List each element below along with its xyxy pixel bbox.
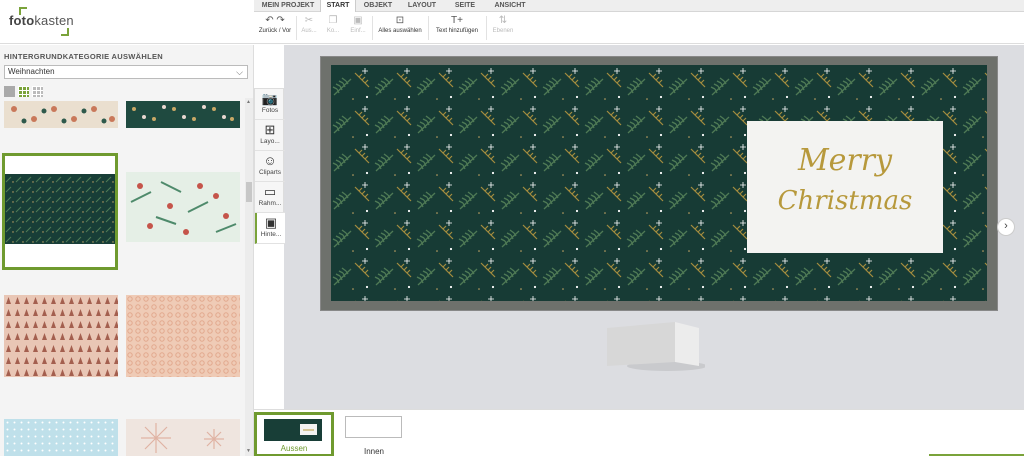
page-preview (264, 419, 322, 441)
sidebar-item-rahmen[interactable]: ▭ Rahm... (255, 182, 285, 213)
panel-title: HINTERGRUNDKATEGORIE AUSWÄHLEN (4, 52, 163, 61)
logo-bracket-icon (61, 28, 69, 36)
scroll-up-icon[interactable]: ▲ (246, 99, 251, 105)
toolbar: ↶ ↷ Zurück / Vor ✂ Aus... ❐ Ko... ▣ Einf… (254, 12, 1024, 44)
paste-button[interactable]: ▣ Einf... (346, 14, 370, 42)
scroll-down-icon[interactable]: ▼ (246, 448, 251, 454)
tab-objekt[interactable]: OBJEKT (362, 0, 394, 12)
background-panel: HINTERGRUNDKATEGORIE AUSWÄHLEN Weihnacht… (0, 45, 254, 456)
layers-icon: ⇅ (498, 15, 508, 26)
undo-redo-icon: ↶ ↷ (265, 15, 285, 26)
view-small-icon[interactable] (32, 86, 43, 97)
card-background[interactable]: Merry Christmas (331, 65, 987, 301)
sidebar-item-hintergruende[interactable]: ▣ Hinte... (255, 213, 285, 244)
pattern-thumbnail (126, 101, 240, 128)
sidebar-item-fotos[interactable]: 📷 Fotos (255, 89, 285, 120)
page-thumb-innen[interactable]: Innen (344, 412, 404, 456)
view-medium-icon[interactable] (18, 86, 29, 97)
select-all-button[interactable]: ⊡ Alles auswählen (374, 14, 426, 42)
sidebar-item-cliparts[interactable]: ☺ Cliparts (255, 151, 285, 182)
tab-mein-projekt[interactable]: MEIN PROJEKT (260, 0, 316, 12)
toolbar-divider (372, 16, 373, 40)
card-stand-preview (607, 322, 705, 371)
background-thumbnail[interactable] (4, 101, 118, 128)
page-thumb-aussen[interactable]: Aussen (254, 412, 334, 456)
tab-seite[interactable]: SEITE (450, 0, 480, 12)
copy-button[interactable]: ❐ Ko... (322, 14, 344, 42)
greeting-line-1[interactable]: Merry (747, 141, 943, 181)
sidebar-item-layouts[interactable]: ⊞ Layo... (255, 120, 285, 151)
layers-button[interactable]: ⇅ Ebenen (488, 14, 518, 42)
background-thumbnail-selected[interactable] (2, 153, 118, 270)
undo-redo-button[interactable]: ↶ ↷ Zurück / Vor (256, 14, 294, 42)
tool-sidebar: 📷 Fotos ⊞ Layo... ☺ Cliparts ▭ Rahm... ▣… (254, 88, 285, 244)
background-icon: ▣ (264, 215, 278, 230)
tab-ansicht[interactable]: ANSICHT (490, 0, 530, 12)
pattern-thumbnail (126, 419, 240, 456)
toolbar-divider (296, 16, 297, 40)
add-text-button[interactable]: T+ Text hinzufügen (430, 14, 484, 42)
smiley-icon: ☺ (263, 153, 277, 168)
category-select[interactable]: Weihnachten ⌵ (4, 65, 248, 79)
scissors-icon: ✂ (304, 15, 314, 26)
background-thumbnail[interactable] (126, 172, 240, 242)
chevron-down-icon: ⌵ (236, 67, 243, 77)
card-preview[interactable]: Merry Christmas (321, 57, 997, 310)
pattern-thumbnail (5, 174, 115, 244)
logo[interactable]: fotokasten (9, 13, 74, 28)
frame-icon: ▭ (263, 184, 277, 199)
background-thumbnail[interactable] (4, 419, 118, 456)
background-thumbnail[interactable] (126, 295, 240, 377)
chevron-right-icon[interactable]: › (997, 218, 1015, 236)
pattern-thumbnail (4, 419, 118, 456)
paste-icon: ▣ (353, 15, 363, 26)
text-add-icon: T+ (451, 15, 463, 26)
greeting-line-2[interactable]: Christmas (747, 183, 943, 219)
logo-area: fotokasten (0, 0, 254, 44)
toolbar-divider (428, 16, 429, 40)
page-strip: Aussen Innen (254, 409, 1024, 456)
background-thumbnail[interactable] (126, 419, 240, 456)
background-thumbnail[interactable] (4, 295, 118, 377)
copy-icon: ❐ (328, 15, 338, 26)
greeting-text-box[interactable]: Merry Christmas (747, 121, 943, 253)
pattern-thumbnail (126, 172, 240, 242)
background-thumbnail[interactable] (126, 101, 240, 128)
tab-layout[interactable]: LAYOUT (404, 0, 440, 12)
pattern-thumbnail (4, 101, 118, 128)
scrollbar-thumb[interactable] (246, 182, 252, 202)
toolbar-divider (486, 16, 487, 40)
cut-button[interactable]: ✂ Aus... (298, 14, 320, 42)
layout-icon: ⊞ (264, 122, 276, 137)
page-preview (345, 416, 402, 438)
menu-tab-bar: MEIN PROJEKT START OBJEKT LAYOUT SEITE A… (254, 0, 1024, 13)
select-all-icon: ⊡ (395, 15, 405, 26)
canvas-area: Merry Christmas › (284, 45, 1024, 409)
panel-scrollbar[interactable] (245, 98, 253, 456)
view-large-icon[interactable] (4, 86, 15, 97)
pattern-thumbnail (126, 295, 240, 377)
camera-icon: 📷 (261, 91, 279, 106)
pattern-thumbnail (4, 295, 118, 377)
